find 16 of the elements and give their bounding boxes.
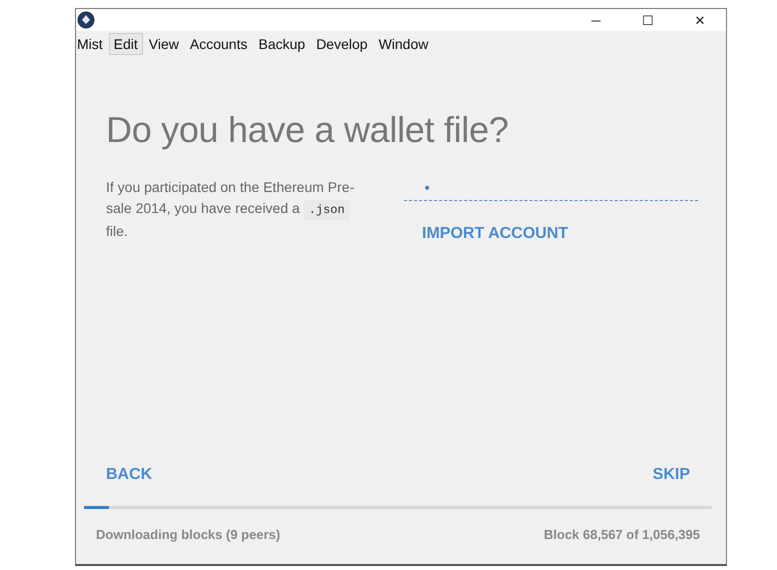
block-count-text: Block 68,567 of 1,056,395 (544, 527, 700, 542)
sync-status-text: Downloading blocks (9 peers) (96, 527, 280, 542)
menu-item[interactable]: Window (374, 33, 434, 55)
page-heading: Do you have a wallet file? (106, 109, 510, 151)
menu-item[interactable]: Mist (76, 33, 108, 55)
menu-item[interactable]: Edit (108, 33, 143, 55)
menu-item[interactable]: Backup (253, 33, 310, 55)
menu-item[interactable]: Accounts (184, 33, 252, 55)
menu-item[interactable]: Develop (311, 33, 373, 55)
close-button[interactable]: ✕ (674, 9, 726, 31)
menu-item[interactable]: View (144, 33, 184, 55)
description-text: If you participated on the Ethereum Pre-sale 2014, you have received a .json file. (106, 178, 356, 241)
maximize-button[interactable]: ☐ (622, 9, 674, 31)
minimize-button[interactable]: ─ (570, 9, 622, 31)
password-field[interactable]: • (404, 177, 698, 201)
app-logo-icon (77, 11, 95, 29)
